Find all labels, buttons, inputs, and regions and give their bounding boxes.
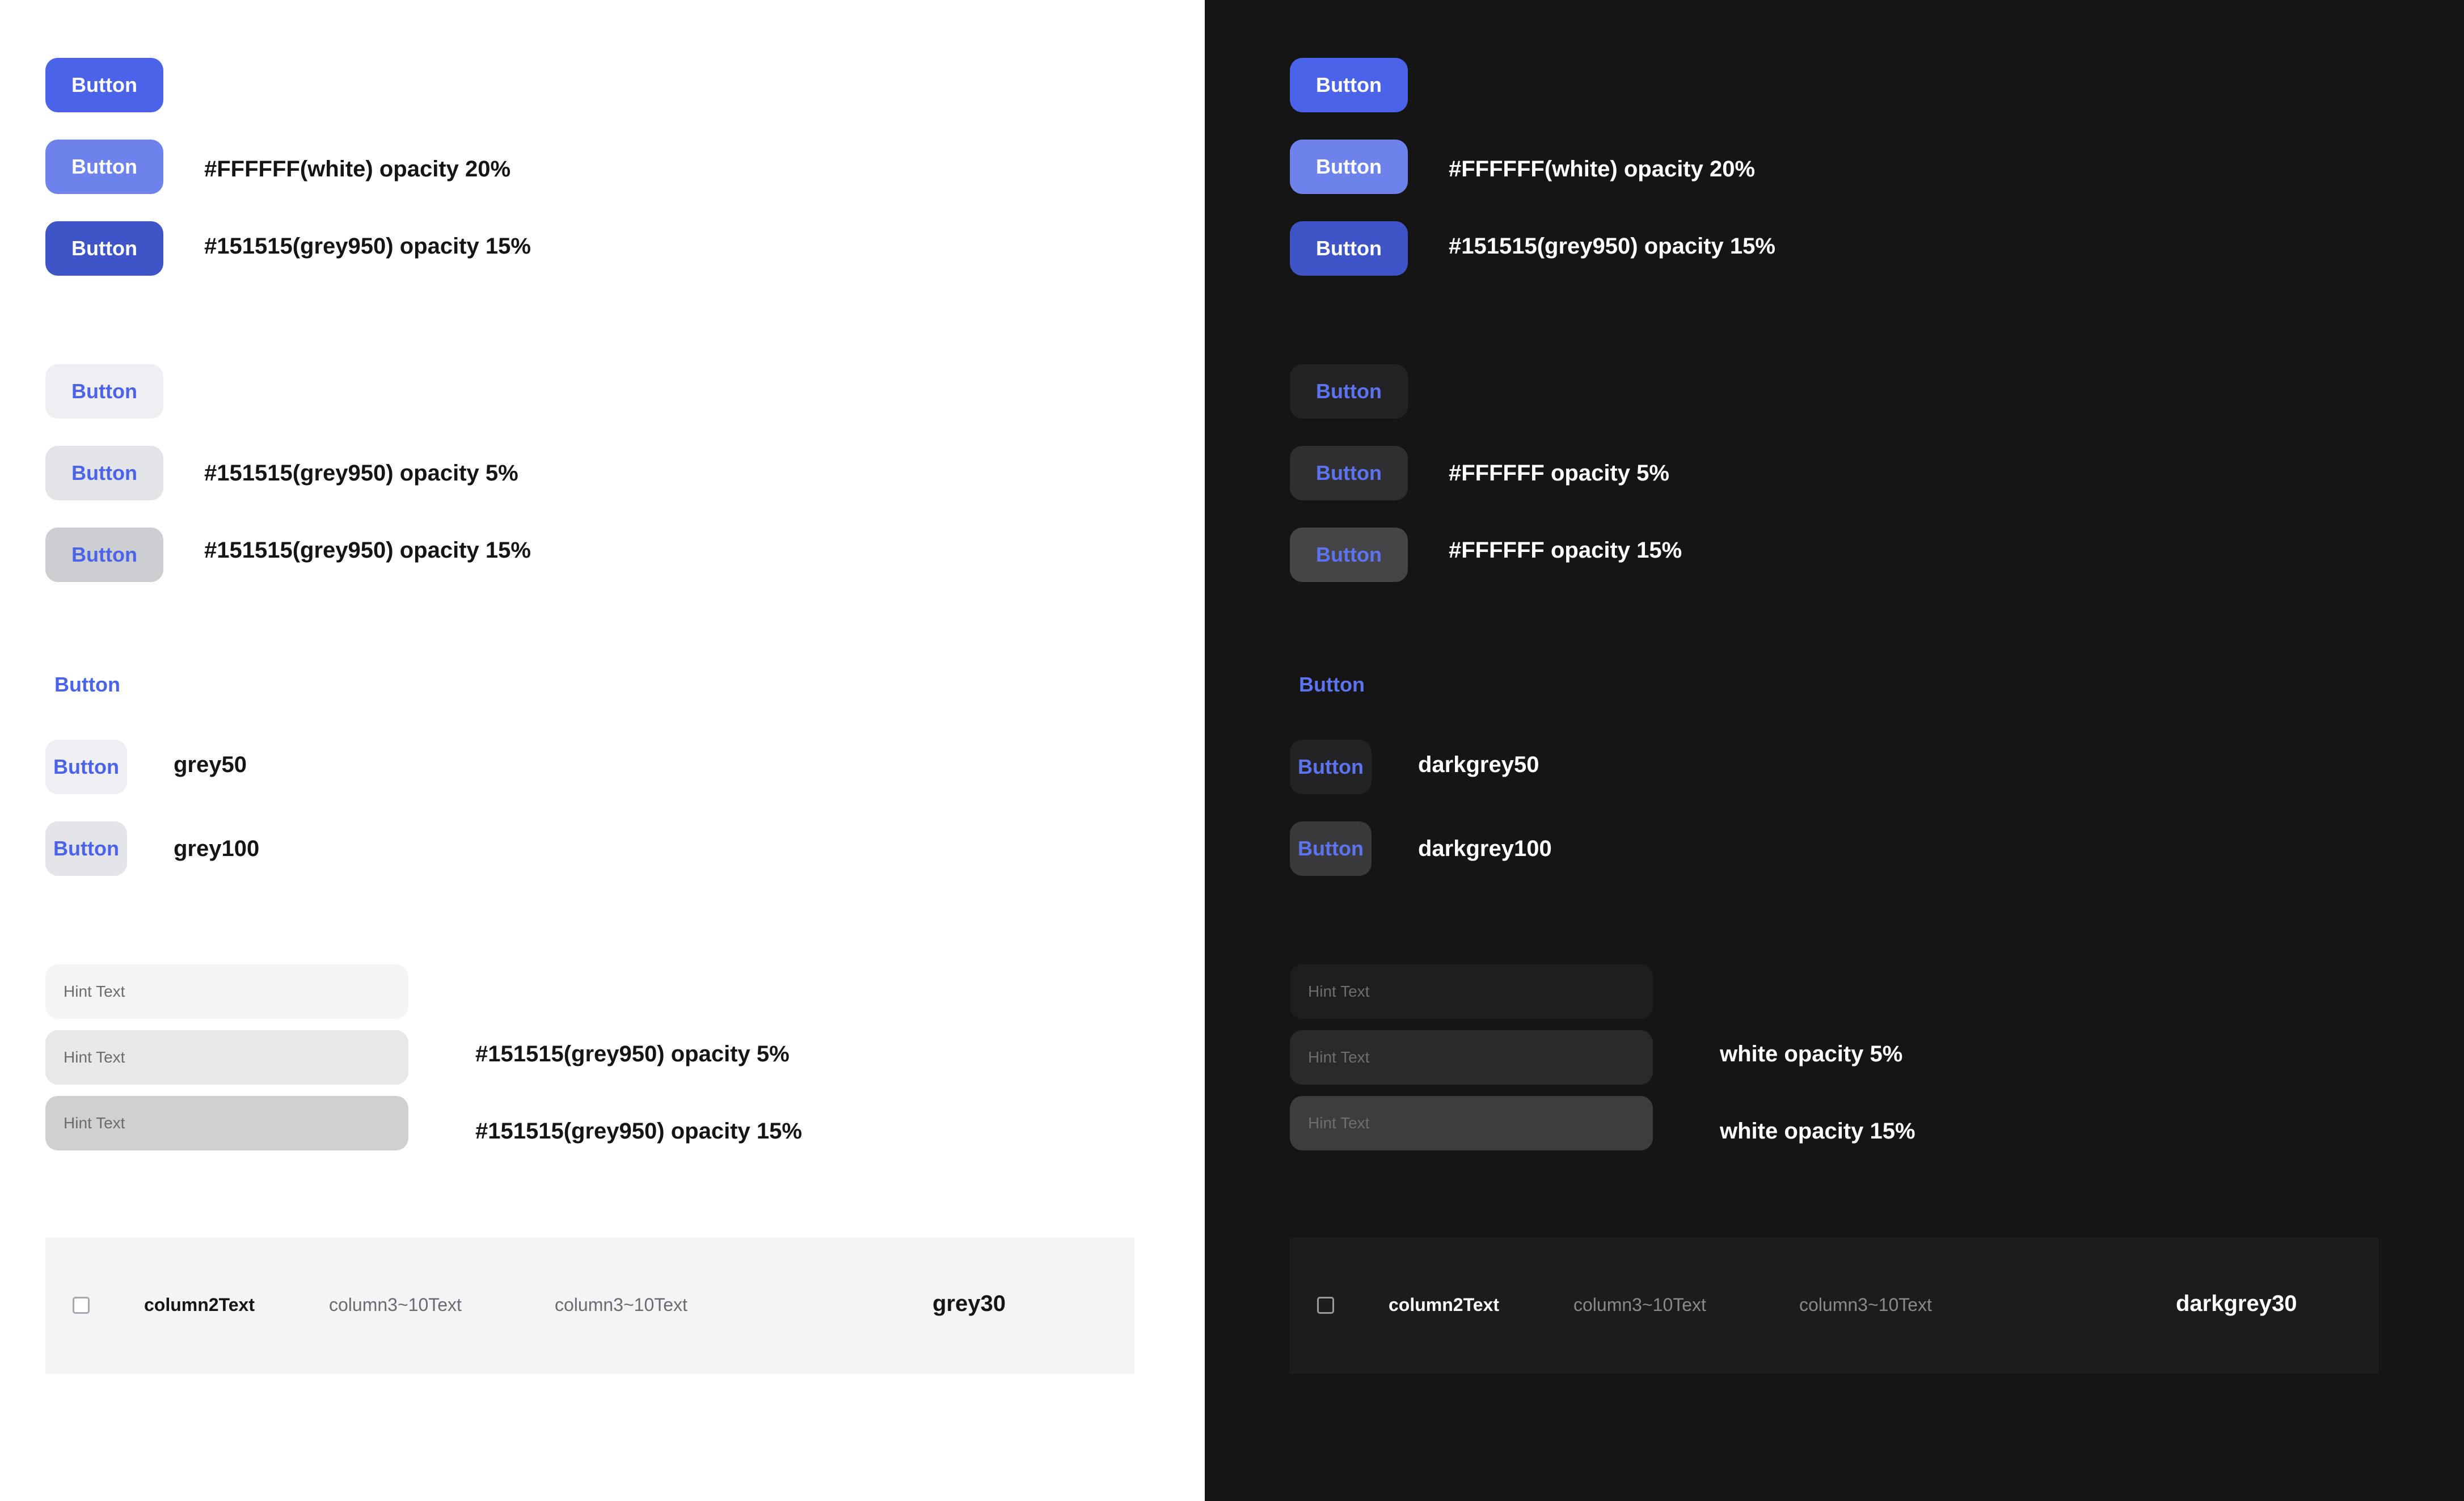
column2-cell: column2Text bbox=[1389, 1295, 1499, 1315]
primary-button-pressed[interactable]: Button bbox=[45, 221, 163, 276]
text-button-darkgrey100[interactable]: Button bbox=[1290, 821, 1372, 876]
secondary-hover-note: #FFFFFF opacity 5% bbox=[1449, 461, 1669, 486]
input-hover-note: #151515(grey950) opacity 5% bbox=[475, 1042, 790, 1066]
primary-hover-note: #FFFFFF(white) opacity 20% bbox=[204, 157, 511, 182]
text-input-default[interactable]: Hint Text bbox=[1290, 964, 1653, 1019]
table-row-note: darkgrey30 bbox=[2176, 1291, 2297, 1316]
primary-pressed-note: #151515(grey950) opacity 15% bbox=[204, 234, 531, 259]
secondary-button-default[interactable]: Button bbox=[1290, 364, 1408, 419]
input-hover-note: white opacity 5% bbox=[1720, 1042, 1903, 1066]
text-input-pressed[interactable]: Hint Text bbox=[1290, 1096, 1653, 1150]
column3-cell: column3~10Text bbox=[1573, 1295, 1706, 1315]
text-button-darkgrey50[interactable]: Button bbox=[1290, 740, 1372, 794]
row-checkbox[interactable] bbox=[1317, 1297, 1334, 1314]
primary-button-hover[interactable]: Button bbox=[45, 140, 163, 194]
text-button[interactable]: Button bbox=[1299, 673, 1365, 697]
secondary-button-pressed[interactable]: Button bbox=[1290, 528, 1408, 582]
dark-theme-panel: Button Button #FFFFFF(white) opacity 20%… bbox=[1205, 0, 2464, 1501]
light-theme-panel: Button Button #FFFFFF(white) opacity 20%… bbox=[0, 0, 1205, 1501]
text-input-hover[interactable]: Hint Text bbox=[45, 1030, 408, 1085]
secondary-hover-note: #151515(grey950) opacity 5% bbox=[204, 461, 518, 486]
secondary-button-hover[interactable]: Button bbox=[45, 446, 163, 500]
primary-button-default[interactable]: Button bbox=[1290, 58, 1408, 112]
grey50-note: grey50 bbox=[174, 752, 247, 777]
input-pressed-note: #151515(grey950) opacity 15% bbox=[475, 1119, 802, 1144]
primary-button-pressed[interactable]: Button bbox=[1290, 221, 1408, 276]
column2-cell: column2Text bbox=[144, 1295, 255, 1315]
text-input-hover[interactable]: Hint Text bbox=[1290, 1030, 1653, 1085]
secondary-button-default[interactable]: Button bbox=[45, 364, 163, 419]
input-pressed-note: white opacity 15% bbox=[1720, 1119, 1915, 1144]
column4-cell: column3~10Text bbox=[555, 1295, 687, 1315]
secondary-pressed-note: #151515(grey950) opacity 15% bbox=[204, 538, 531, 563]
text-button[interactable]: Button bbox=[54, 673, 120, 697]
table-row-note: grey30 bbox=[933, 1291, 1006, 1316]
text-input-pressed[interactable]: Hint Text bbox=[45, 1096, 408, 1150]
primary-pressed-note: #151515(grey950) opacity 15% bbox=[1449, 234, 1775, 259]
darkgrey50-note: darkgrey50 bbox=[1418, 752, 1539, 777]
text-button-grey100[interactable]: Button bbox=[45, 821, 127, 876]
secondary-button-pressed[interactable]: Button bbox=[45, 528, 163, 582]
column4-cell: column3~10Text bbox=[1799, 1295, 1932, 1315]
primary-button-hover[interactable]: Button bbox=[1290, 140, 1408, 194]
primary-hover-note: #FFFFFF(white) opacity 20% bbox=[1449, 157, 1756, 182]
primary-button-default[interactable]: Button bbox=[45, 58, 163, 112]
secondary-pressed-note: #FFFFFF opacity 15% bbox=[1449, 538, 1682, 563]
column3-cell: column3~10Text bbox=[329, 1295, 462, 1315]
secondary-button-hover[interactable]: Button bbox=[1290, 446, 1408, 500]
grey100-note: grey100 bbox=[174, 836, 260, 861]
text-button-grey50[interactable]: Button bbox=[45, 740, 127, 794]
text-input-default[interactable]: Hint Text bbox=[45, 964, 408, 1019]
row-checkbox[interactable] bbox=[73, 1297, 90, 1314]
darkgrey100-note: darkgrey100 bbox=[1418, 836, 1552, 861]
